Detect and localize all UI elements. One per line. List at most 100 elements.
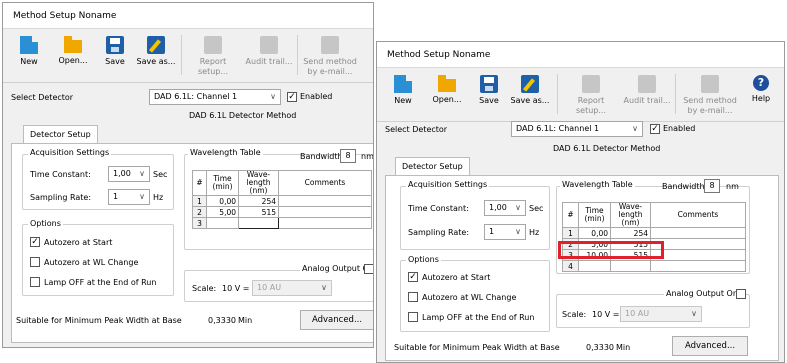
detector-setup-panel: Acquisition Settings Time Constant: 1,00… xyxy=(11,143,373,343)
window-title: Method Setup Noname xyxy=(3,3,373,29)
table-row[interactable]: 3 xyxy=(192,217,372,229)
scale-select[interactable]: 10 AU ∨ xyxy=(252,280,332,296)
wavelength-cell[interactable] xyxy=(238,217,279,229)
wavelength-cell[interactable]: 254 xyxy=(610,227,651,239)
table-row[interactable]: 4 xyxy=(562,260,746,272)
scale-select[interactable]: 10 AU ∨ xyxy=(620,306,702,322)
comments-cell[interactable] xyxy=(650,227,746,239)
audit-trail-button[interactable]: Audit trail... xyxy=(243,31,295,81)
method-title: DAD 6.1L Detector Method xyxy=(189,111,297,120)
method-setup-window-front: Method Setup Noname New Open... Save Sav… xyxy=(376,41,785,363)
wavelength-title: Wavelength Table xyxy=(188,148,263,157)
time-cell[interactable]: 5,00 xyxy=(206,206,239,218)
time-cell[interactable] xyxy=(206,217,239,229)
comments-cell[interactable] xyxy=(650,238,746,250)
select-detector-label: Select Detector xyxy=(385,125,448,134)
column-header-comments: Comments xyxy=(650,202,746,228)
analog-output-checkbox[interactable] xyxy=(364,264,373,274)
advanced-button[interactable]: Advanced... xyxy=(672,336,748,356)
analog-output-label: Analog Output On xyxy=(664,289,740,298)
toolbar: New Open... Save Save as... Report setup… xyxy=(3,29,373,83)
comments-cell[interactable] xyxy=(650,260,746,272)
wavelength-table: # Time (min) Wave- length (nm) Comments … xyxy=(562,202,746,272)
help-button[interactable]: ? Help xyxy=(743,70,779,120)
send-method-button[interactable]: Send method by e-mail... xyxy=(681,70,739,120)
time-cell[interactable]: 0,00 xyxy=(206,195,239,207)
wavelength-cell[interactable]: 515 xyxy=(238,206,279,218)
audit-trail-button[interactable]: Audit trail... xyxy=(621,70,673,120)
table-row[interactable]: 1 0,00 254 xyxy=(192,195,372,207)
report-setup-button[interactable]: Report setup... xyxy=(563,70,619,120)
comments-cell[interactable] xyxy=(278,206,372,218)
table-row[interactable]: 2 5,00 515 xyxy=(192,206,372,218)
peak-width-value: 0,3330 xyxy=(208,316,236,325)
open-folder-icon xyxy=(64,36,82,53)
detector-select[interactable]: DAD 6.1L: Channel 1 ∨ xyxy=(149,89,281,105)
tab-detector-setup[interactable]: Detector Setup xyxy=(23,125,98,144)
chevron-down-icon: ∨ xyxy=(139,169,145,178)
enabled-label: Enabled xyxy=(663,124,696,133)
report-setup-button[interactable]: Report setup... xyxy=(185,31,241,81)
toolbar-separator xyxy=(675,74,676,114)
time-constant-select[interactable]: 1,00 ∨ xyxy=(108,166,150,182)
scale-label: Scale: xyxy=(562,310,587,319)
chevron-down-icon: ∨ xyxy=(515,227,521,236)
lamp-off-checkbox[interactable] xyxy=(30,277,40,287)
wavelength-cell[interactable] xyxy=(610,260,651,272)
advanced-button[interactable]: Advanced... xyxy=(300,310,373,330)
autozero-wl-checkbox[interactable] xyxy=(30,257,40,267)
comments-cell[interactable] xyxy=(278,195,372,207)
row-number: 3 xyxy=(192,217,207,229)
peak-width-label: Suitable for Minimum Peak Width at Base xyxy=(394,343,560,352)
select-detector-label: Select Detector xyxy=(11,93,74,102)
comments-cell[interactable] xyxy=(650,249,746,261)
save-as-button[interactable]: Save as... xyxy=(505,70,555,120)
row-number: 2 xyxy=(192,206,207,218)
open-button[interactable]: Open... xyxy=(51,31,95,81)
column-header-time: Time (min) xyxy=(206,170,239,196)
wavelength-cell[interactable]: 254 xyxy=(238,195,279,207)
autozero-start-checkbox[interactable]: ✓ xyxy=(408,272,418,282)
open-button[interactable]: Open... xyxy=(425,70,469,120)
column-header-number: # xyxy=(192,170,207,196)
bandwidth-input[interactable]: 8 xyxy=(340,149,356,163)
scale-label: Scale: xyxy=(192,284,217,293)
comments-cell[interactable] xyxy=(278,217,372,229)
time-cell[interactable] xyxy=(578,260,611,272)
time-constant-select[interactable]: 1,00 ∨ xyxy=(484,200,526,216)
scale-eq: 10 V = xyxy=(592,310,620,319)
lamp-off-checkbox[interactable] xyxy=(408,312,418,322)
sampling-rate-select[interactable]: 1 ∨ xyxy=(108,189,150,205)
lamp-off-label: Lamp OFF at the End of Run xyxy=(44,278,157,287)
chevron-down-icon: ∨ xyxy=(632,124,638,133)
tab-detector-setup[interactable]: Detector Setup xyxy=(395,157,470,176)
column-header-comments: Comments xyxy=(278,170,372,196)
save-icon xyxy=(106,36,124,54)
save-icon xyxy=(480,75,498,93)
sampling-rate-select[interactable]: 1 ∨ xyxy=(484,224,526,240)
time-cell[interactable]: 0,00 xyxy=(578,227,611,239)
send-method-button[interactable]: Send method by e-mail... xyxy=(301,31,359,81)
peak-width-unit: Min xyxy=(238,316,253,325)
row-number: 4 xyxy=(562,260,579,272)
new-button[interactable]: New xyxy=(381,70,425,120)
autozero-wl-checkbox[interactable] xyxy=(408,292,418,302)
column-header-number: # xyxy=(562,202,579,228)
bandwidth-label: Bandwidth xyxy=(300,152,343,161)
column-header-time: Time (min) xyxy=(578,202,611,228)
toolbar-separator xyxy=(181,35,182,75)
method-setup-window-back: Method Setup Noname New Open... Save Sav… xyxy=(2,2,374,348)
wavelength-title: Wavelength Table xyxy=(560,180,635,189)
time-constant-label: Time Constant: xyxy=(30,170,91,179)
table-row[interactable]: 1 0,00 254 xyxy=(562,227,746,239)
save-as-button[interactable]: Save as... xyxy=(131,31,181,81)
bandwidth-input[interactable]: 8 xyxy=(704,179,720,193)
enabled-checkbox[interactable]: ✓ xyxy=(650,124,660,134)
new-button[interactable]: New xyxy=(7,31,51,81)
autozero-start-checkbox[interactable]: ✓ xyxy=(30,237,40,247)
toolbar-separator xyxy=(557,74,558,114)
analog-output-checkbox[interactable] xyxy=(736,289,746,299)
enabled-checkbox[interactable]: ✓ xyxy=(287,92,297,102)
detector-select[interactable]: DAD 6.1L: Channel 1 ∨ xyxy=(511,121,643,137)
row-number: 1 xyxy=(192,195,207,207)
